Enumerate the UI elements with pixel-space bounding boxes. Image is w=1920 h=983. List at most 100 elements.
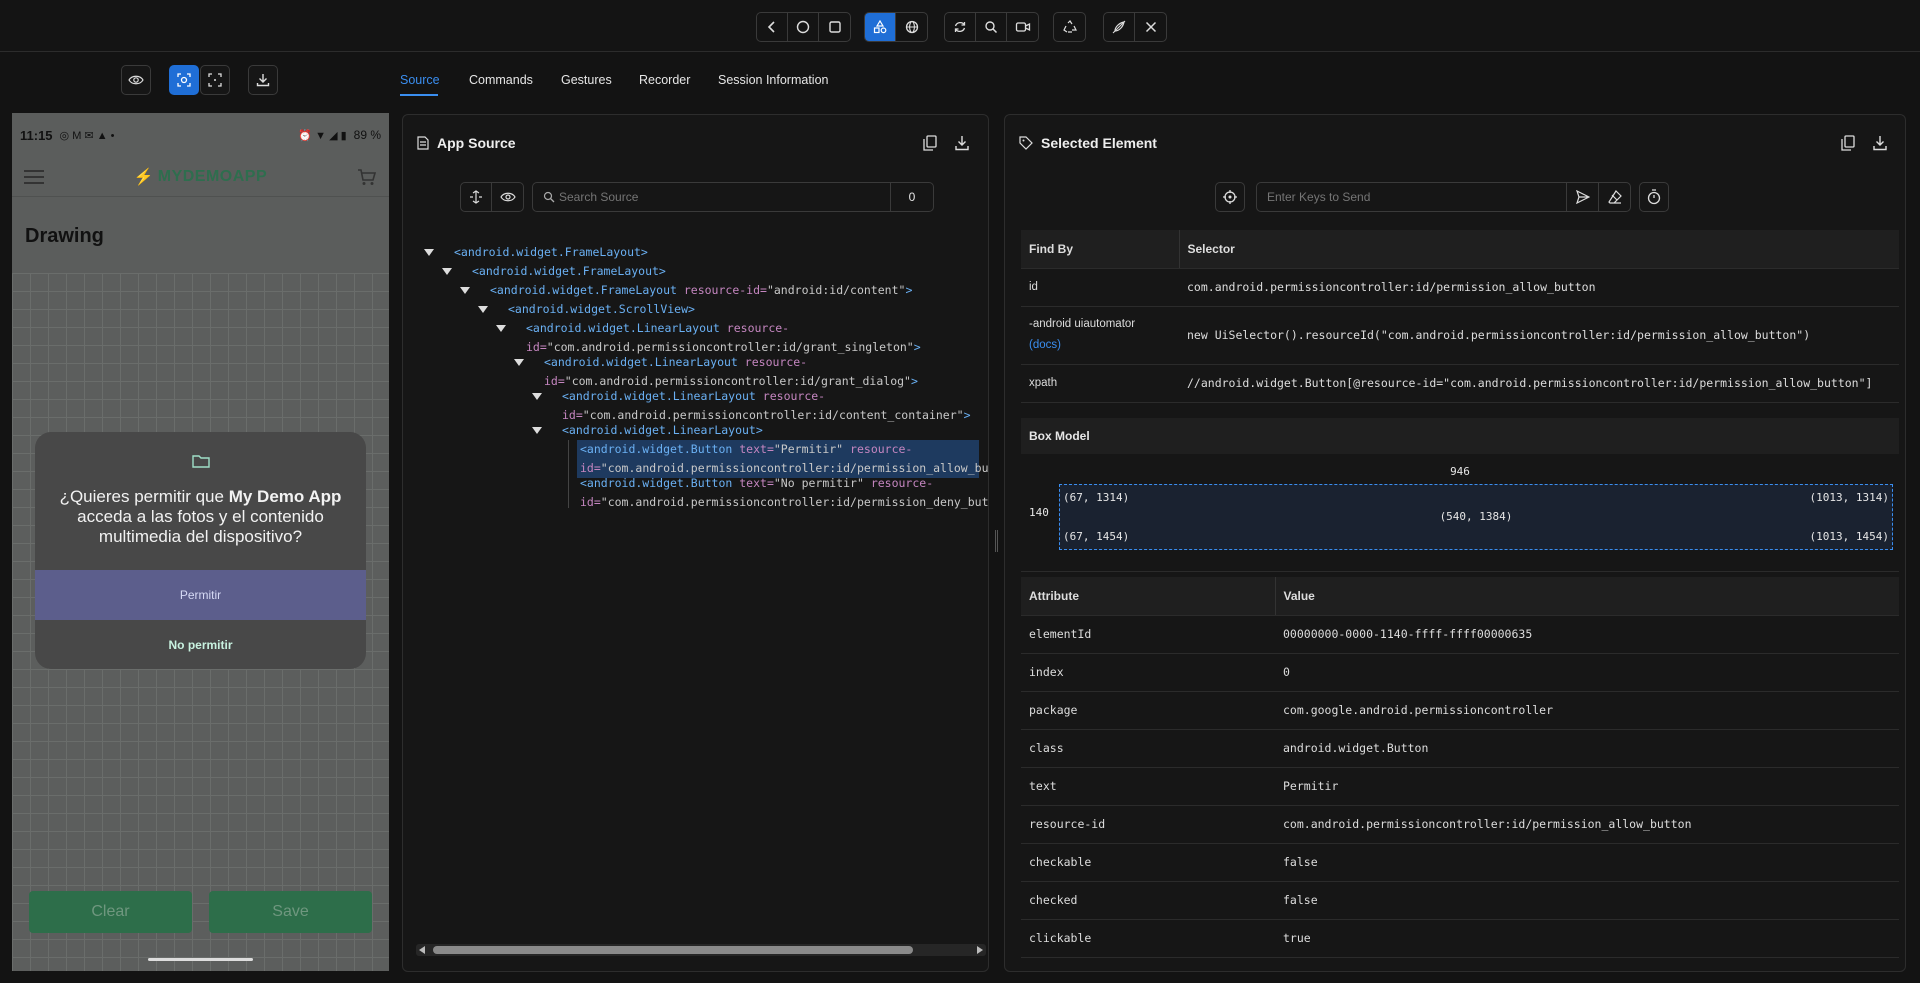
expand-arrow-icon[interactable] [496,325,506,332]
attribute-name: index [1021,653,1275,692]
selector-row[interactable]: id com.android.permissioncontroller:id/pe… [1021,268,1899,307]
attribute-name: clickable [1021,919,1275,958]
attribute-value[interactable]: com.google.android.permissioncontroller [1275,691,1899,730]
cart-icon[interactable] [357,168,377,186]
recycle-icon[interactable] [1054,13,1085,41]
attribute-row[interactable]: index 0 [1021,653,1899,692]
tree-guide-line [568,440,569,474]
attribute-row[interactable]: class android.widget.Button [1021,729,1899,768]
toggle-attributes-icon[interactable] [492,183,523,211]
tree-node[interactable]: <android.widget.ScrollView> [505,300,698,319]
attribute-value[interactable]: false [1275,881,1899,920]
close-icon[interactable] [1135,13,1166,41]
scroll-left-icon[interactable] [419,946,425,954]
tree-node[interactable]: <android.widget.LinearLayout resource-id… [541,353,921,391]
download-element-icon[interactable] [1873,135,1887,151]
tree-node[interactable]: <android.widget.FrameLayout resource-id=… [487,281,915,300]
attribute-name: resource-id [1021,805,1275,844]
menu-icon[interactable] [24,169,44,184]
save-button[interactable]: Save [209,891,372,933]
node-attribute: resource- [863,476,934,490]
attribute-value[interactable]: com.android.permissioncontroller:id/perm… [1275,805,1899,844]
tap-element-icon[interactable] [1215,182,1245,212]
tree-node[interactable]: <android.widget.FrameLayout> [469,262,669,281]
tree-node[interactable]: <android.widget.Button text="No permitir… [577,474,988,512]
send-keys-input[interactable] [1257,183,1566,211]
tab-session-information[interactable]: Session Information [718,73,828,87]
expand-arrow-icon[interactable] [424,249,434,256]
tab-gestures[interactable]: Gestures [561,73,612,87]
attribute-row[interactable]: checked false [1021,881,1899,920]
device-screenshot[interactable]: 11:15 ◎ M ✉ ▲ • ⏰ ▼ ◢ ▮ 89 % ⚡ MYDEMOAPP… [12,113,389,971]
horizontal-scrollbar[interactable] [416,944,986,956]
expand-arrow-icon[interactable] [442,268,452,275]
deny-button[interactable]: No permitir [35,620,366,669]
expand-icon[interactable] [461,183,492,211]
tab-recorder[interactable]: Recorder [639,73,690,87]
attribute-row[interactable]: checkable false [1021,843,1899,882]
select-element-icon[interactable] [169,65,199,95]
quit-rocket-icon[interactable] [1104,13,1135,41]
scroll-thumb[interactable] [433,946,913,954]
tab-source[interactable]: Source [400,73,440,87]
attribute-value[interactable]: false [1275,843,1899,882]
folder-icon [192,454,210,468]
tab-commands[interactable]: Commands [469,73,533,87]
selected-element-header: Selected Element [1005,115,1905,171]
back-icon[interactable] [757,13,788,41]
download-screenshot-icon[interactable] [248,65,278,95]
expand-arrow-icon[interactable] [532,427,542,434]
expand-arrow-icon[interactable] [460,287,470,294]
selector-uiautomator[interactable]: new UiSelector().resourceId("com.android… [1179,306,1899,365]
refresh-icon[interactable] [945,13,976,41]
record-icon[interactable] [1007,13,1038,41]
tree-node[interactable]: <android.widget.LinearLayout resource-id… [559,387,974,425]
expand-arrow-icon[interactable] [514,359,524,366]
notification-icons: ◎ M ✉ ▲ • [59,129,115,142]
attribute-value[interactable]: Permitir [1275,767,1899,806]
tree-node[interactable]: <android.widget.Button text="Permitir" r… [577,440,988,478]
search-icon[interactable] [976,13,1007,41]
attribute-value[interactable]: true [1275,919,1899,958]
selector-id[interactable]: com.android.permissioncontroller:id/perm… [1179,268,1899,307]
web-icon[interactable] [896,13,927,41]
app-switch-icon[interactable] [819,13,850,41]
download-source-icon[interactable] [955,135,969,151]
node-value: "android:id/content" [766,283,906,297]
question-app-name: My Demo App [228,487,342,506]
home-icon[interactable] [788,13,819,41]
tree-node[interactable]: <android.widget.FrameLayout> [451,243,651,262]
copy-element-icon[interactable] [1841,135,1855,151]
attribute-row[interactable]: text Permitir [1021,767,1899,806]
node-value: "Permitir" [773,442,844,456]
clear-keys-icon[interactable] [1598,183,1630,211]
attribute-row[interactable]: package com.google.android.permissioncont… [1021,691,1899,730]
selector-row[interactable]: xpath//android.widget.Button[@resource-i… [1021,364,1899,403]
app-source-title: App Source [437,135,516,151]
tree-node[interactable]: <android.widget.LinearLayout> [559,421,766,440]
select-elements-icon[interactable] [865,13,896,41]
allow-button[interactable]: Permitir [35,570,366,620]
attribute-row[interactable]: clickable true [1021,919,1899,958]
tree-node[interactable]: <android.widget.LinearLayout resource-id… [523,319,924,357]
attribute-value[interactable]: android.widget.Button [1275,729,1899,768]
show-hide-icon[interactable] [121,65,151,95]
docs-link[interactable]: (docs) [1029,335,1179,356]
attribute-value[interactable]: 0 [1275,653,1899,692]
attribute-row[interactable]: elementId 00000000-0000-1140-ffff-ffff000… [1021,615,1899,654]
scroll-right-icon[interactable] [977,946,983,954]
selector-row[interactable]: -android uiautomator (docs) new UiSelector… [1021,306,1899,365]
send-keys-icon[interactable] [1566,183,1598,211]
tap-coordinates-icon[interactable] [200,65,230,95]
timer-icon[interactable] [1639,182,1669,212]
node-attribute: id= [544,374,565,388]
expand-arrow-icon[interactable] [532,393,542,400]
panel-splitter[interactable] [995,530,998,552]
selector-xpath[interactable]: //android.widget.Button[@resource-id="co… [1179,364,1899,403]
search-source-input[interactable] [559,188,879,206]
expand-arrow-icon[interactable] [478,306,488,313]
clear-button[interactable]: Clear [29,891,192,933]
attribute-value[interactable]: 00000000-0000-1140-ffff-ffff00000635 [1275,615,1899,654]
attribute-row[interactable]: resource-id com.android.permissioncontrol… [1021,805,1899,844]
copy-source-icon[interactable] [923,135,937,151]
